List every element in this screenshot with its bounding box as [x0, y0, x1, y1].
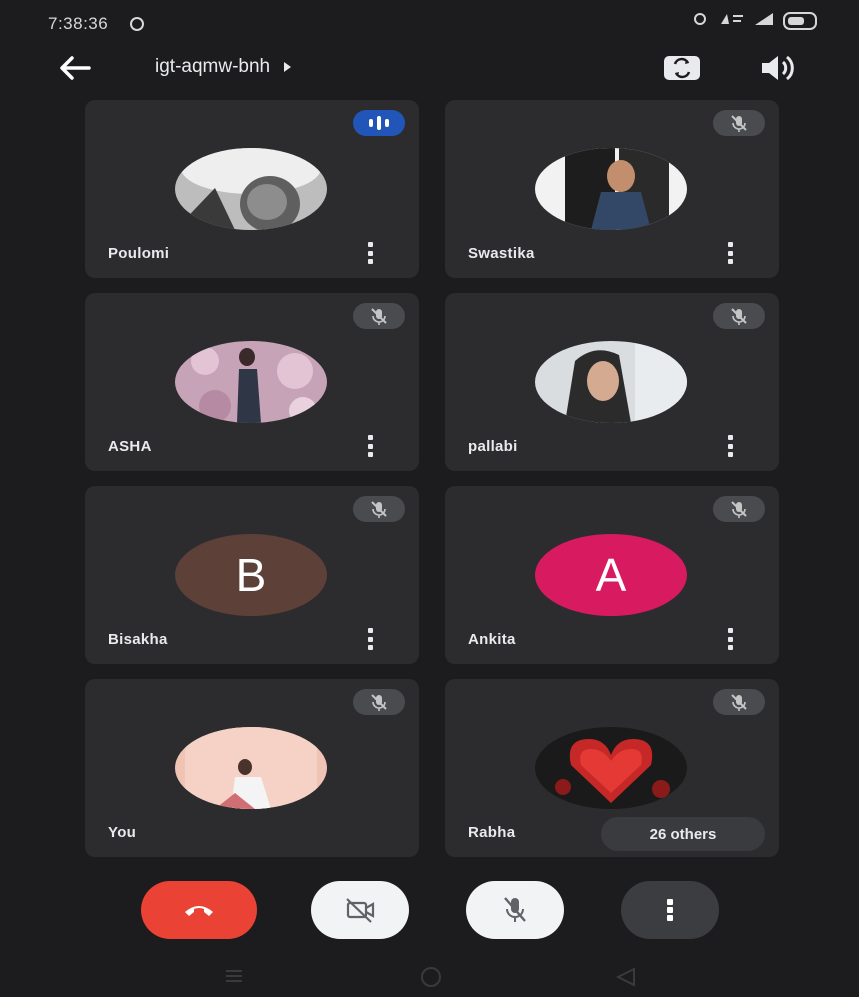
- participant-tile-pallabi[interactable]: pallabi: [445, 293, 779, 471]
- avatar: [535, 148, 687, 230]
- mic-toggle-button[interactable]: [466, 881, 564, 939]
- speaker-icon[interactable]: [756, 50, 800, 86]
- more-options-icon[interactable]: [725, 242, 735, 264]
- camera-toggle-button[interactable]: [311, 881, 409, 939]
- more-options-icon[interactable]: [725, 435, 735, 457]
- home-icon[interactable]: [418, 966, 444, 993]
- more-vert-icon: [667, 899, 673, 921]
- mic-off-icon: [504, 897, 526, 922]
- participant-name: Ankita: [468, 631, 516, 648]
- avatar-letter: B: [235, 549, 267, 601]
- participant-tile-ankita[interactable]: A Ankita: [445, 486, 779, 664]
- sync-icon: [693, 12, 711, 30]
- mic-muted-icon: [713, 689, 765, 715]
- participant-name: Poulomi: [108, 245, 170, 262]
- alarm-icon: [130, 17, 144, 31]
- back-triangle-icon[interactable]: [614, 966, 638, 993]
- participant-name: Rabha: [468, 824, 516, 841]
- participant-name: pallabi: [468, 438, 518, 455]
- status-time: 7:38:36: [48, 14, 109, 33]
- participant-tile-poulomi[interactable]: Poulomi: [85, 100, 419, 278]
- back-arrow-icon[interactable]: [55, 52, 95, 84]
- recents-icon[interactable]: [222, 966, 246, 991]
- participant-name: You: [108, 824, 137, 841]
- camera-off-icon: [346, 898, 375, 923]
- participant-name: Bisakha: [108, 631, 168, 648]
- mic-muted-icon: [713, 303, 765, 329]
- meeting-code-button[interactable]: igt-aqmw-bnh: [155, 56, 292, 78]
- mic-muted-icon: [353, 689, 405, 715]
- end-call-icon: [185, 906, 213, 916]
- mic-muted-icon: [353, 496, 405, 522]
- signal-icon: [753, 12, 775, 30]
- speaking-indicator-icon: [353, 110, 405, 136]
- status-bar: 7:38:36: [0, 0, 859, 48]
- switch-camera-icon[interactable]: [660, 50, 704, 86]
- avatar: [175, 148, 327, 230]
- avatar-letter: A: [595, 549, 627, 601]
- status-icons: [693, 12, 817, 30]
- participant-tile-rabha[interactable]: Rabha 26 others: [445, 679, 779, 857]
- more-options-icon[interactable]: [365, 242, 375, 264]
- participant-tile-swastika[interactable]: Swastika: [445, 100, 779, 278]
- more-options-icon[interactable]: [725, 628, 735, 650]
- avatar: [535, 341, 687, 423]
- participant-name: ASHA: [108, 438, 152, 455]
- mic-muted-icon: [353, 303, 405, 329]
- mic-muted-icon: [713, 110, 765, 136]
- avatar: [175, 727, 327, 809]
- more-options-icon[interactable]: [365, 628, 375, 650]
- participant-tile-bisakha[interactable]: B Bisakha: [85, 486, 419, 664]
- app-bar: igt-aqmw-bnh: [0, 44, 859, 92]
- more-options-button[interactable]: [621, 881, 719, 939]
- meeting-code: igt-aqmw-bnh: [155, 56, 271, 77]
- avatar: [535, 727, 687, 809]
- avatar: [175, 341, 327, 423]
- more-options-icon[interactable]: [365, 435, 375, 457]
- participant-tile-asha[interactable]: ASHA: [85, 293, 419, 471]
- avatar: B: [175, 534, 327, 616]
- expand-arrow-icon: [284, 62, 292, 72]
- data-icon: [719, 12, 745, 30]
- participant-tile-you[interactable]: You: [85, 679, 419, 857]
- mic-muted-icon: [713, 496, 765, 522]
- participant-name: Swastika: [468, 245, 535, 262]
- battery-icon: [783, 12, 817, 30]
- avatar: A: [535, 534, 687, 616]
- system-nav-bar: [0, 960, 859, 997]
- end-call-button[interactable]: [141, 881, 257, 939]
- others-chip[interactable]: 26 others: [601, 817, 765, 851]
